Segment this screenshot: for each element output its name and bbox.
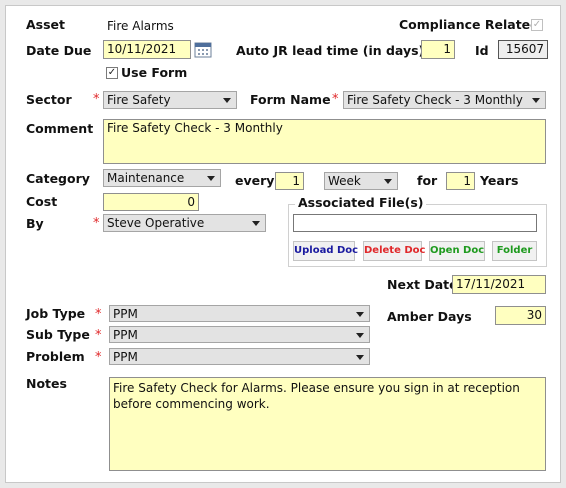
period-value: Week — [328, 174, 361, 188]
notes-label: Notes — [26, 376, 67, 391]
id-field: 15607 — [498, 40, 548, 59]
compliance-checkbox[interactable]: ✓ — [531, 19, 543, 31]
amber-days-label: Amber Days — [387, 309, 472, 324]
comment-label: Comment — [26, 121, 94, 136]
next-date-field[interactable]: 17/11/2021 — [452, 275, 546, 294]
chevron-down-icon — [356, 355, 364, 360]
sub-type-select[interactable]: PPM — [109, 326, 370, 343]
sector-value: Fire Safety — [107, 93, 171, 107]
cost-field[interactable]: 0 — [103, 193, 199, 211]
for-field[interactable]: 1 — [446, 172, 475, 190]
delete-doc-button[interactable]: Delete Doc — [363, 241, 425, 261]
chevron-down-icon — [356, 333, 364, 338]
asset-label: Asset — [26, 17, 66, 32]
required-marker: * — [93, 216, 100, 231]
date-due-label: Date Due — [26, 43, 92, 58]
comment-textarea[interactable]: Fire Safety Check - 3 Monthly — [103, 119, 546, 164]
years-label: Years — [480, 173, 519, 188]
job-type-value: PPM — [113, 307, 138, 321]
category-select[interactable]: Maintenance — [103, 169, 221, 187]
auto-jr-label: Auto JR lead time (in days) — [236, 43, 425, 58]
required-marker: * — [95, 350, 102, 365]
by-label: By — [26, 216, 44, 231]
required-marker: * — [93, 92, 100, 107]
problem-value: PPM — [113, 350, 138, 364]
by-select[interactable]: Steve Operative — [103, 214, 266, 232]
by-value: Steve Operative — [107, 216, 205, 230]
chevron-down-icon — [384, 179, 392, 184]
every-label: every — [235, 173, 275, 188]
job-form: Asset Fire Alarms Compliance Related ✓ D… — [5, 5, 561, 483]
chevron-down-icon — [207, 176, 215, 181]
form-name-value: Fire Safety Check - 3 Monthly — [347, 93, 523, 107]
problem-select[interactable]: PPM — [109, 348, 370, 365]
job-type-label: Job Type — [26, 306, 86, 321]
for-label: for — [417, 173, 438, 188]
chevron-down-icon — [252, 221, 260, 226]
sector-select[interactable]: Fire Safety — [103, 91, 237, 109]
compliance-label: Compliance Related — [399, 17, 540, 32]
file-path-input[interactable] — [293, 214, 537, 232]
id-label: Id — [475, 43, 489, 58]
form-name-select[interactable]: Fire Safety Check - 3 Monthly — [343, 91, 546, 109]
required-marker: * — [95, 307, 102, 322]
sub-type-value: PPM — [113, 328, 138, 342]
sub-type-label: Sub Type — [26, 327, 90, 342]
category-value: Maintenance — [107, 171, 185, 185]
sector-label: Sector — [26, 92, 72, 107]
required-marker: * — [95, 328, 102, 343]
job-type-select[interactable]: PPM — [109, 305, 370, 322]
required-marker: * — [332, 92, 339, 107]
cost-label: Cost — [26, 194, 58, 209]
use-form-label: Use Form — [121, 65, 188, 80]
form-name-label: Form Name — [250, 92, 331, 107]
upload-doc-button[interactable]: Upload Doc — [293, 241, 358, 261]
use-form-checkbox[interactable]: ✓ — [106, 67, 118, 79]
chevron-down-icon — [356, 312, 364, 317]
associated-files-title: Associated File(s) — [295, 195, 427, 211]
next-date-label: Next Date — [387, 277, 458, 292]
chevron-down-icon — [223, 98, 231, 103]
notes-textarea[interactable]: Fire Safety Check for Alarms. Please ens… — [109, 377, 546, 471]
auto-jr-field[interactable]: 1 — [421, 40, 455, 59]
problem-label: Problem — [26, 349, 85, 364]
category-label: Category — [26, 171, 90, 186]
every-field[interactable]: 1 — [275, 172, 304, 190]
chevron-down-icon — [532, 98, 540, 103]
calendar-icon[interactable] — [194, 41, 212, 58]
date-due-field[interactable]: 10/11/2021 — [103, 40, 191, 59]
asset-value: Fire Alarms — [107, 19, 174, 33]
folder-button[interactable]: Folder — [492, 241, 537, 261]
amber-days-field[interactable]: 30 — [495, 306, 546, 325]
open-doc-button[interactable]: Open Doc — [429, 241, 485, 261]
period-select[interactable]: Week — [324, 172, 398, 190]
